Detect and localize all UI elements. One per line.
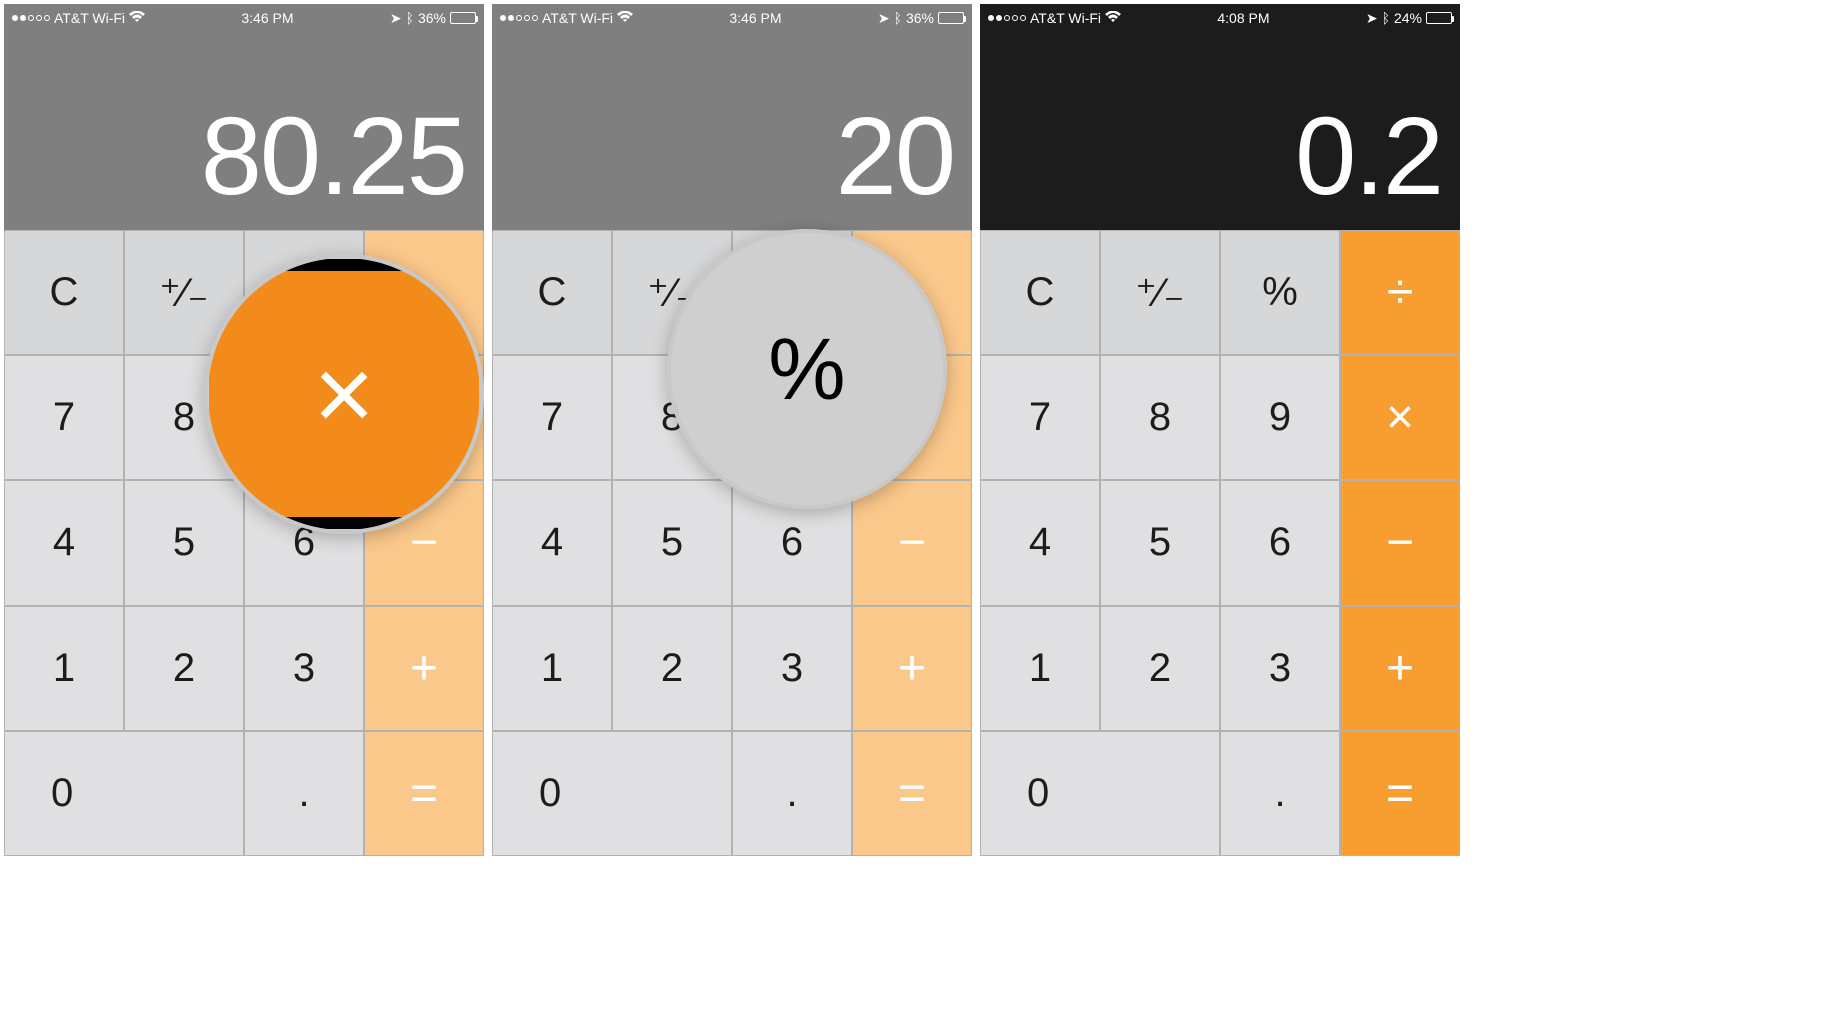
battery-icon xyxy=(938,12,964,24)
bluetooth-icon: ᛒ xyxy=(894,10,902,26)
battery-percent-label: 36% xyxy=(906,10,934,26)
calculator-screen-2: AT&T Wi-Fi 3:46 PM ➤ ᛒ 36% 20 C ⁺∕₋ % ÷ … xyxy=(492,4,972,856)
minus-button[interactable]: − xyxy=(1340,480,1460,605)
digit-8-button[interactable]: 8 xyxy=(1100,355,1220,480)
magnifier-multiply: × xyxy=(204,254,484,534)
multiply-icon: × xyxy=(209,259,479,529)
carrier-label: AT&T Wi-Fi xyxy=(542,10,613,26)
location-icon: ➤ xyxy=(878,10,890,27)
clear-button[interactable]: C xyxy=(4,230,124,355)
location-icon: ➤ xyxy=(1366,10,1378,27)
multiply-button[interactable]: × xyxy=(1340,355,1460,480)
decimal-button[interactable]: . xyxy=(244,731,364,856)
digit-5-button[interactable]: 5 xyxy=(1100,480,1220,605)
battery-percent-label: 24% xyxy=(1394,10,1422,26)
display-value: 20 xyxy=(836,93,954,220)
digit-3-button[interactable]: 3 xyxy=(244,606,364,731)
plus-button[interactable]: + xyxy=(364,606,484,731)
status-bar: AT&T Wi-Fi 3:46 PM ➤ ᛒ 36% xyxy=(4,4,484,32)
battery-percent-label: 36% xyxy=(418,10,446,26)
magnifier-percent: % xyxy=(667,229,947,509)
digit-0-button[interactable]: 0 xyxy=(492,731,732,856)
digit-7-button[interactable]: 7 xyxy=(4,355,124,480)
plus-minus-button[interactable]: ⁺∕₋ xyxy=(1100,230,1220,355)
display-value: 0.2 xyxy=(1295,93,1442,220)
calculator-screen-1: AT&T Wi-Fi 3:46 PM ➤ ᛒ 36% 80.25 C ⁺∕₋ %… xyxy=(4,4,484,856)
digit-1-button[interactable]: 1 xyxy=(980,606,1100,731)
equals-button[interactable]: = xyxy=(852,731,972,856)
clear-button[interactable]: C xyxy=(980,230,1100,355)
keypad: C ⁺∕₋ % ÷ 7 8 9 × 4 5 6 − 1 2 3 + 0 . = xyxy=(980,230,1460,856)
clear-button[interactable]: C xyxy=(492,230,612,355)
digit-9-button[interactable]: 9 xyxy=(1220,355,1340,480)
clock-label: 4:08 PM xyxy=(1217,10,1269,26)
battery-icon xyxy=(450,12,476,24)
digit-1-button[interactable]: 1 xyxy=(4,606,124,731)
digit-2-button[interactable]: 2 xyxy=(124,606,244,731)
plus-button[interactable]: + xyxy=(1340,606,1460,731)
wifi-icon xyxy=(1105,10,1121,26)
clock-label: 3:46 PM xyxy=(729,10,781,26)
digit-2-button[interactable]: 2 xyxy=(612,606,732,731)
equals-button[interactable]: = xyxy=(364,731,484,856)
digit-4-button[interactable]: 4 xyxy=(4,480,124,605)
digit-7-button[interactable]: 7 xyxy=(492,355,612,480)
calculator-screen-3: AT&T Wi-Fi 4:08 PM ➤ ᛒ 24% 0.2 C ⁺∕₋ % ÷… xyxy=(980,4,1460,856)
status-bar: AT&T Wi-Fi 3:46 PM ➤ ᛒ 36% xyxy=(492,4,972,32)
plus-button[interactable]: + xyxy=(852,606,972,731)
bluetooth-icon: ᛒ xyxy=(1382,10,1390,26)
decimal-button[interactable]: . xyxy=(1220,731,1340,856)
location-icon: ➤ xyxy=(390,10,402,27)
digit-0-button[interactable]: 0 xyxy=(4,731,244,856)
divide-button[interactable]: ÷ xyxy=(1340,230,1460,355)
equals-button[interactable]: = xyxy=(1340,731,1460,856)
display-area: 20 xyxy=(492,4,972,230)
digit-6-button[interactable]: 6 xyxy=(1220,480,1340,605)
bluetooth-icon: ᛒ xyxy=(406,10,414,26)
status-bar: AT&T Wi-Fi 4:08 PM ➤ ᛒ 24% xyxy=(980,4,1460,32)
digit-4-button[interactable]: 4 xyxy=(980,480,1100,605)
digit-0-button[interactable]: 0 xyxy=(980,731,1220,856)
digit-2-button[interactable]: 2 xyxy=(1100,606,1220,731)
percent-icon: % xyxy=(667,229,947,509)
clock-label: 3:46 PM xyxy=(241,10,293,26)
percent-button[interactable]: % xyxy=(1220,230,1340,355)
signal-dots-icon xyxy=(988,15,1026,21)
signal-dots-icon xyxy=(500,15,538,21)
signal-dots-icon xyxy=(12,15,50,21)
display-value: 80.25 xyxy=(201,93,466,220)
digit-7-button[interactable]: 7 xyxy=(980,355,1100,480)
battery-icon xyxy=(1426,12,1452,24)
display-area: 80.25 xyxy=(4,4,484,230)
wifi-icon xyxy=(129,10,145,26)
display-area: 0.2 xyxy=(980,4,1460,230)
decimal-button[interactable]: . xyxy=(732,731,852,856)
wifi-icon xyxy=(617,10,633,26)
carrier-label: AT&T Wi-Fi xyxy=(1030,10,1101,26)
digit-1-button[interactable]: 1 xyxy=(492,606,612,731)
digit-4-button[interactable]: 4 xyxy=(492,480,612,605)
digit-3-button[interactable]: 3 xyxy=(732,606,852,731)
carrier-label: AT&T Wi-Fi xyxy=(54,10,125,26)
digit-3-button[interactable]: 3 xyxy=(1220,606,1340,731)
